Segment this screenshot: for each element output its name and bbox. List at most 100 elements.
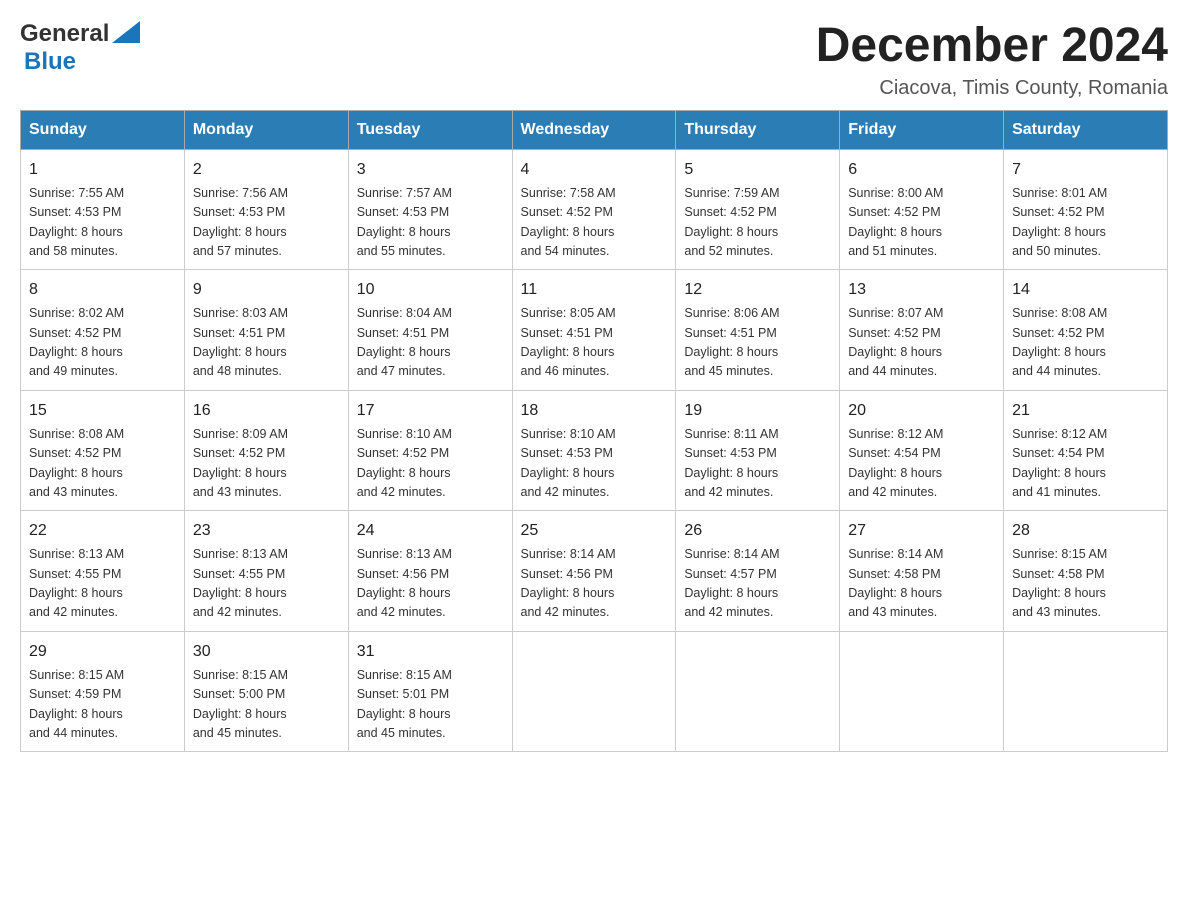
- calendar-cell: 19 Sunrise: 8:11 AM Sunset: 4:53 PM Dayl…: [676, 390, 840, 511]
- day-number: 13: [848, 278, 995, 302]
- day-number: 5: [684, 158, 831, 182]
- calendar-cell: 27 Sunrise: 8:14 AM Sunset: 4:58 PM Dayl…: [840, 511, 1004, 632]
- day-info: Sunrise: 7:57 AM Sunset: 4:53 PM Dayligh…: [357, 184, 504, 262]
- calendar-cell: 17 Sunrise: 8:10 AM Sunset: 4:52 PM Dayl…: [348, 390, 512, 511]
- calendar-cell: 31 Sunrise: 8:15 AM Sunset: 5:01 PM Dayl…: [348, 631, 512, 752]
- day-number: 14: [1012, 278, 1159, 302]
- calendar-cell: 7 Sunrise: 8:01 AM Sunset: 4:52 PM Dayli…: [1004, 149, 1168, 270]
- day-info: Sunrise: 8:13 AM Sunset: 4:55 PM Dayligh…: [193, 545, 340, 623]
- calendar-cell: 28 Sunrise: 8:15 AM Sunset: 4:58 PM Dayl…: [1004, 511, 1168, 632]
- calendar-cell: 13 Sunrise: 8:07 AM Sunset: 4:52 PM Dayl…: [840, 270, 1004, 391]
- calendar-cell: [1004, 631, 1168, 752]
- day-info: Sunrise: 8:15 AM Sunset: 4:58 PM Dayligh…: [1012, 545, 1159, 623]
- day-number: 10: [357, 278, 504, 302]
- calendar-cell: 25 Sunrise: 8:14 AM Sunset: 4:56 PM Dayl…: [512, 511, 676, 632]
- day-info: Sunrise: 8:14 AM Sunset: 4:57 PM Dayligh…: [684, 545, 831, 623]
- calendar-cell: 11 Sunrise: 8:05 AM Sunset: 4:51 PM Dayl…: [512, 270, 676, 391]
- weekday-header-saturday: Saturday: [1004, 110, 1168, 149]
- day-info: Sunrise: 7:55 AM Sunset: 4:53 PM Dayligh…: [29, 184, 176, 262]
- calendar-cell: 6 Sunrise: 8:00 AM Sunset: 4:52 PM Dayli…: [840, 149, 1004, 270]
- calendar-cell: 5 Sunrise: 7:59 AM Sunset: 4:52 PM Dayli…: [676, 149, 840, 270]
- day-info: Sunrise: 8:09 AM Sunset: 4:52 PM Dayligh…: [193, 425, 340, 503]
- day-info: Sunrise: 8:04 AM Sunset: 4:51 PM Dayligh…: [357, 304, 504, 382]
- weekday-header-row: SundayMondayTuesdayWednesdayThursdayFrid…: [21, 110, 1168, 149]
- calendar-cell: 26 Sunrise: 8:14 AM Sunset: 4:57 PM Dayl…: [676, 511, 840, 632]
- day-number: 27: [848, 519, 995, 543]
- calendar-cell: 9 Sunrise: 8:03 AM Sunset: 4:51 PM Dayli…: [184, 270, 348, 391]
- calendar-week-row: 29 Sunrise: 8:15 AM Sunset: 4:59 PM Dayl…: [21, 631, 1168, 752]
- logo-triangle-icon: [112, 21, 140, 43]
- day-info: Sunrise: 8:15 AM Sunset: 5:01 PM Dayligh…: [357, 666, 504, 744]
- day-info: Sunrise: 8:08 AM Sunset: 4:52 PM Dayligh…: [1012, 304, 1159, 382]
- weekday-header-thursday: Thursday: [676, 110, 840, 149]
- day-info: Sunrise: 8:06 AM Sunset: 4:51 PM Dayligh…: [684, 304, 831, 382]
- logo: General Blue: [20, 20, 140, 76]
- calendar-cell: 2 Sunrise: 7:56 AM Sunset: 4:53 PM Dayli…: [184, 149, 348, 270]
- day-info: Sunrise: 8:14 AM Sunset: 4:56 PM Dayligh…: [521, 545, 668, 623]
- day-number: 17: [357, 399, 504, 423]
- day-info: Sunrise: 8:05 AM Sunset: 4:51 PM Dayligh…: [521, 304, 668, 382]
- calendar-week-row: 8 Sunrise: 8:02 AM Sunset: 4:52 PM Dayli…: [21, 270, 1168, 391]
- day-info: Sunrise: 8:02 AM Sunset: 4:52 PM Dayligh…: [29, 304, 176, 382]
- calendar-cell: [676, 631, 840, 752]
- day-number: 28: [1012, 519, 1159, 543]
- weekday-header-friday: Friday: [840, 110, 1004, 149]
- day-info: Sunrise: 8:03 AM Sunset: 4:51 PM Dayligh…: [193, 304, 340, 382]
- day-info: Sunrise: 8:15 AM Sunset: 5:00 PM Dayligh…: [193, 666, 340, 744]
- calendar-cell: 18 Sunrise: 8:10 AM Sunset: 4:53 PM Dayl…: [512, 390, 676, 511]
- calendar-cell: 29 Sunrise: 8:15 AM Sunset: 4:59 PM Dayl…: [21, 631, 185, 752]
- day-number: 16: [193, 399, 340, 423]
- day-info: Sunrise: 8:01 AM Sunset: 4:52 PM Dayligh…: [1012, 184, 1159, 262]
- calendar-cell: 20 Sunrise: 8:12 AM Sunset: 4:54 PM Dayl…: [840, 390, 1004, 511]
- day-number: 31: [357, 640, 504, 664]
- day-number: 9: [193, 278, 340, 302]
- page-subtitle: Ciacova, Timis County, Romania: [816, 77, 1168, 100]
- calendar-cell: 21 Sunrise: 8:12 AM Sunset: 4:54 PM Dayl…: [1004, 390, 1168, 511]
- day-number: 22: [29, 519, 176, 543]
- calendar-cell: 12 Sunrise: 8:06 AM Sunset: 4:51 PM Dayl…: [676, 270, 840, 391]
- calendar-cell: 4 Sunrise: 7:58 AM Sunset: 4:52 PM Dayli…: [512, 149, 676, 270]
- weekday-header-wednesday: Wednesday: [512, 110, 676, 149]
- day-number: 1: [29, 158, 176, 182]
- day-info: Sunrise: 8:08 AM Sunset: 4:52 PM Dayligh…: [29, 425, 176, 503]
- day-info: Sunrise: 7:59 AM Sunset: 4:52 PM Dayligh…: [684, 184, 831, 262]
- calendar-cell: 22 Sunrise: 8:13 AM Sunset: 4:55 PM Dayl…: [21, 511, 185, 632]
- day-number: 3: [357, 158, 504, 182]
- day-number: 29: [29, 640, 176, 664]
- calendar-cell: 24 Sunrise: 8:13 AM Sunset: 4:56 PM Dayl…: [348, 511, 512, 632]
- day-number: 18: [521, 399, 668, 423]
- day-info: Sunrise: 8:15 AM Sunset: 4:59 PM Dayligh…: [29, 666, 176, 744]
- logo-general-text: General: [20, 20, 109, 48]
- page-title: December 2024: [816, 20, 1168, 73]
- logo-blue-text: Blue: [24, 48, 76, 75]
- title-section: December 2024 Ciacova, Timis County, Rom…: [816, 20, 1168, 100]
- day-number: 30: [193, 640, 340, 664]
- day-number: 24: [357, 519, 504, 543]
- calendar-cell: 23 Sunrise: 8:13 AM Sunset: 4:55 PM Dayl…: [184, 511, 348, 632]
- day-info: Sunrise: 7:56 AM Sunset: 4:53 PM Dayligh…: [193, 184, 340, 262]
- calendar-week-row: 1 Sunrise: 7:55 AM Sunset: 4:53 PM Dayli…: [21, 149, 1168, 270]
- calendar-cell: 8 Sunrise: 8:02 AM Sunset: 4:52 PM Dayli…: [21, 270, 185, 391]
- weekday-header-sunday: Sunday: [21, 110, 185, 149]
- day-info: Sunrise: 8:13 AM Sunset: 4:55 PM Dayligh…: [29, 545, 176, 623]
- day-info: Sunrise: 8:00 AM Sunset: 4:52 PM Dayligh…: [848, 184, 995, 262]
- day-info: Sunrise: 8:07 AM Sunset: 4:52 PM Dayligh…: [848, 304, 995, 382]
- day-number: 8: [29, 278, 176, 302]
- day-number: 6: [848, 158, 995, 182]
- day-number: 25: [521, 519, 668, 543]
- calendar-cell: 3 Sunrise: 7:57 AM Sunset: 4:53 PM Dayli…: [348, 149, 512, 270]
- calendar-cell: 15 Sunrise: 8:08 AM Sunset: 4:52 PM Dayl…: [21, 390, 185, 511]
- calendar-cell: [840, 631, 1004, 752]
- calendar-cell: [512, 631, 676, 752]
- day-info: Sunrise: 8:12 AM Sunset: 4:54 PM Dayligh…: [1012, 425, 1159, 503]
- day-number: 11: [521, 278, 668, 302]
- calendar-cell: 10 Sunrise: 8:04 AM Sunset: 4:51 PM Dayl…: [348, 270, 512, 391]
- day-number: 20: [848, 399, 995, 423]
- day-number: 26: [684, 519, 831, 543]
- weekday-header-monday: Monday: [184, 110, 348, 149]
- day-number: 15: [29, 399, 176, 423]
- day-info: Sunrise: 8:11 AM Sunset: 4:53 PM Dayligh…: [684, 425, 831, 503]
- day-number: 23: [193, 519, 340, 543]
- calendar-cell: 14 Sunrise: 8:08 AM Sunset: 4:52 PM Dayl…: [1004, 270, 1168, 391]
- calendar-cell: 30 Sunrise: 8:15 AM Sunset: 5:00 PM Dayl…: [184, 631, 348, 752]
